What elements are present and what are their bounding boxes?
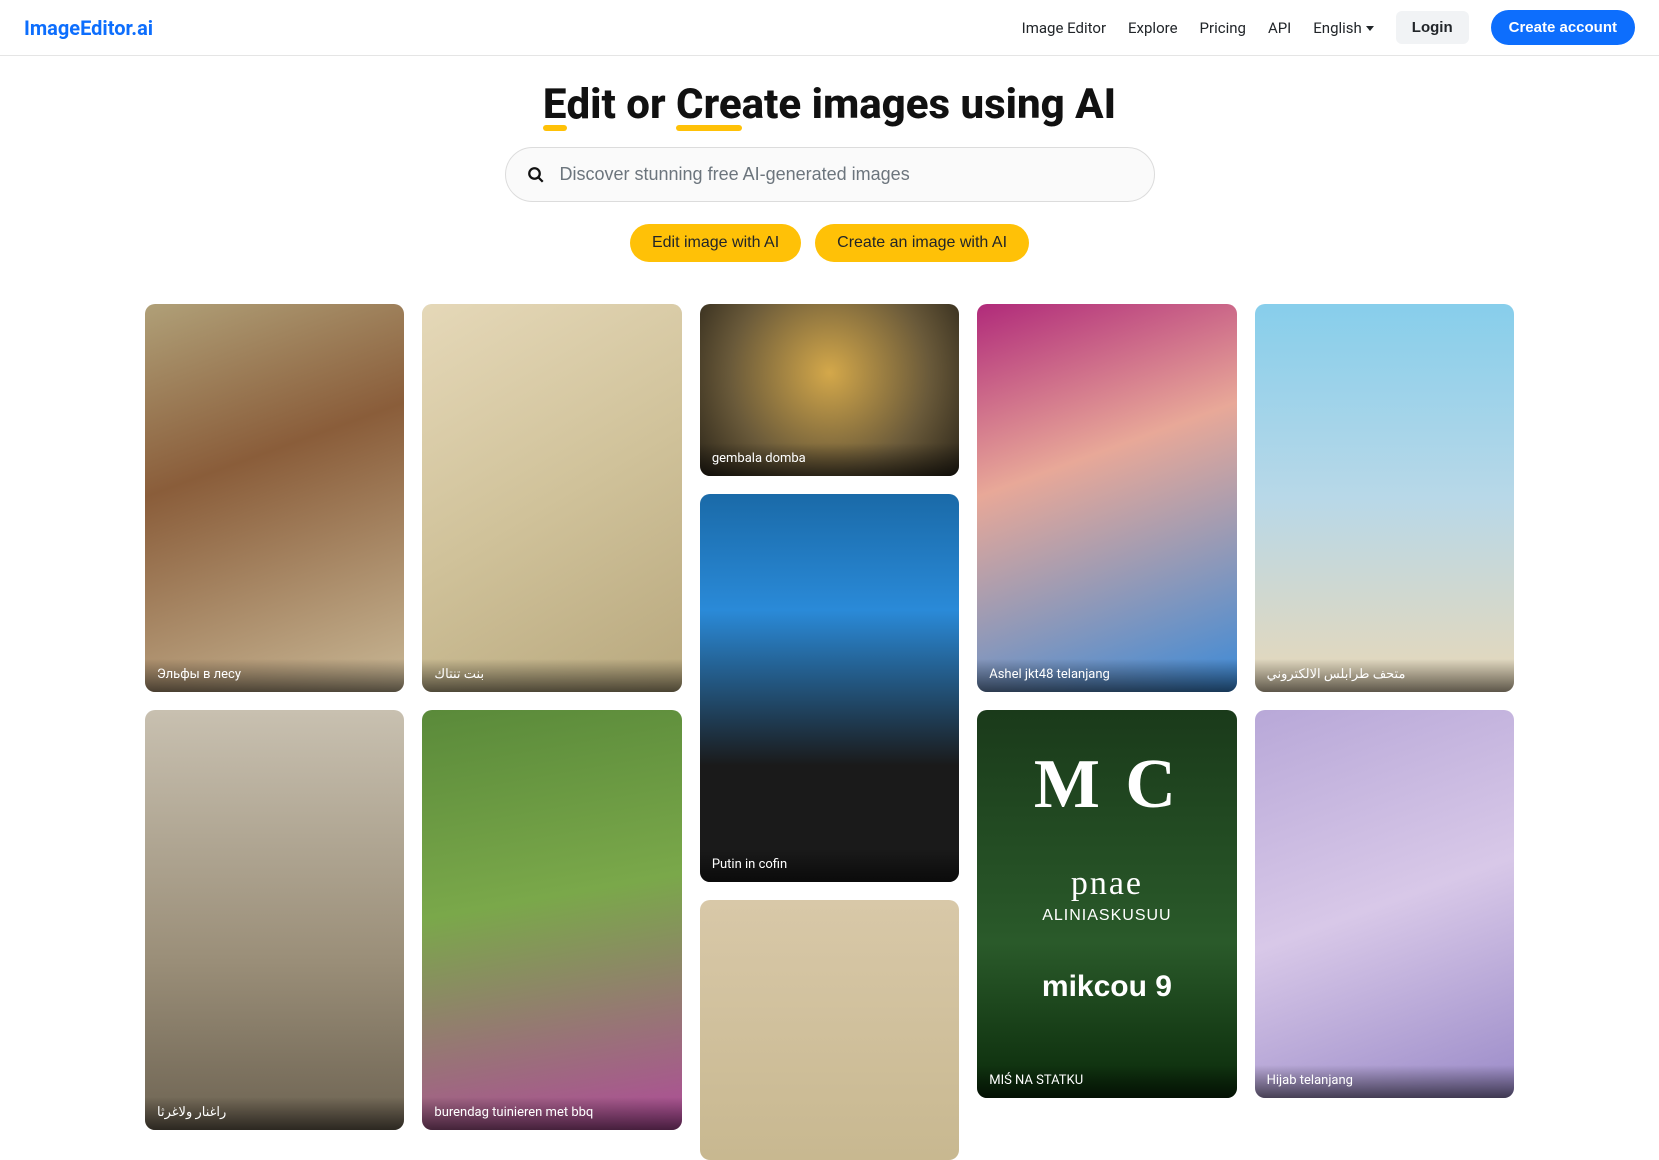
create-image-button[interactable]: Create an image with AI <box>815 224 1029 262</box>
caption: Эльфы в лесу <box>145 659 404 692</box>
thumbnail-image: M C pnae ALINIASKUSUU mikcou 9 <box>977 710 1236 1098</box>
nav-image-editor[interactable]: Image Editor <box>1022 19 1106 37</box>
top-nav: Image Editor Explore Pricing API English… <box>1022 10 1635 45</box>
edit-image-button[interactable]: Edit image with AI <box>630 224 801 262</box>
gallery-col-5: متحف طرابلس الالكتروني Hijab telanjang <box>1255 304 1514 1160</box>
gallery-card[interactable]: gembala domba <box>700 304 959 476</box>
gallery-col-1: Эльфы в лесу راغنار ولاغرثا <box>145 304 404 1160</box>
page-title: Edit or Create images using AI <box>0 80 1659 129</box>
thumbnail-image <box>700 494 959 882</box>
thumbnail-image <box>422 710 681 1130</box>
caption: burendag tuinieren met bbq <box>422 1097 681 1130</box>
cta-row: Edit image with AI Create an image with … <box>0 224 1659 262</box>
nav-language[interactable]: English <box>1313 19 1374 37</box>
thumbnail-image <box>1255 710 1514 1098</box>
poster-text: M C pnae ALINIASKUSUU mikcou 9 <box>977 745 1236 1004</box>
nav-api[interactable]: API <box>1268 19 1291 37</box>
nav-explore[interactable]: Explore <box>1128 19 1178 37</box>
caption: Hijab telanjang <box>1255 1065 1514 1098</box>
gallery-card[interactable]: متحف طرابلس الالكتروني <box>1255 304 1514 692</box>
search-input[interactable] <box>505 147 1155 202</box>
gallery-card[interactable]: راغنار ولاغرثا <box>145 710 404 1130</box>
header: ImageEditor.ai Image Editor Explore Pric… <box>0 0 1659 56</box>
gallery-card[interactable]: Ashel jkt48 telanjang <box>977 304 1236 692</box>
gallery-card[interactable]: بنت تنتاك <box>422 304 681 692</box>
thumbnail-image <box>977 304 1236 692</box>
create-account-button[interactable]: Create account <box>1491 10 1635 45</box>
gallery-card[interactable]: M C pnae ALINIASKUSUU mikcou 9 MIŚ NA ST… <box>977 710 1236 1098</box>
thumbnail-image <box>1255 304 1514 692</box>
gallery-col-3: gembala domba Putin in cofin <box>700 304 959 1160</box>
gallery-card[interactable]: Hijab telanjang <box>1255 710 1514 1098</box>
gallery: Эльфы в лесу راغنار ولاغرثا بنت تنتاك bu… <box>0 282 1659 1160</box>
logo[interactable]: ImageEditor.ai <box>24 16 153 40</box>
caption: MIŚ NA STATKU <box>977 1065 1236 1098</box>
caption: بنت تنتاك <box>422 659 681 692</box>
gallery-card[interactable]: Putin in cofin <box>700 494 959 882</box>
search-icon <box>527 166 545 184</box>
caption: Putin in cofin <box>700 849 959 882</box>
caption: Ashel jkt48 telanjang <box>977 659 1236 692</box>
gallery-col-2: بنت تنتاك burendag tuinieren met bbq <box>422 304 681 1160</box>
nav-pricing[interactable]: Pricing <box>1200 19 1246 37</box>
caption: gembala domba <box>700 443 959 476</box>
thumbnail-image <box>145 304 404 692</box>
caption: متحف طرابلس الالكتروني <box>1255 659 1514 692</box>
caption: راغنار ولاغرثا <box>145 1097 404 1130</box>
hero: Edit or Create images using AI Edit imag… <box>0 56 1659 282</box>
gallery-card[interactable]: burendag tuinieren met bbq <box>422 710 681 1130</box>
thumbnail-image <box>145 710 404 1130</box>
search-wrap <box>505 147 1155 202</box>
gallery-col-4: Ashel jkt48 telanjang M C pnae ALINIASKU… <box>977 304 1236 1160</box>
gallery-card[interactable]: Эльфы в лесу <box>145 304 404 692</box>
thumbnail-image <box>422 304 681 692</box>
thumbnail-image <box>700 900 959 1160</box>
login-button[interactable]: Login <box>1396 11 1469 44</box>
gallery-card[interactable] <box>700 900 959 1160</box>
